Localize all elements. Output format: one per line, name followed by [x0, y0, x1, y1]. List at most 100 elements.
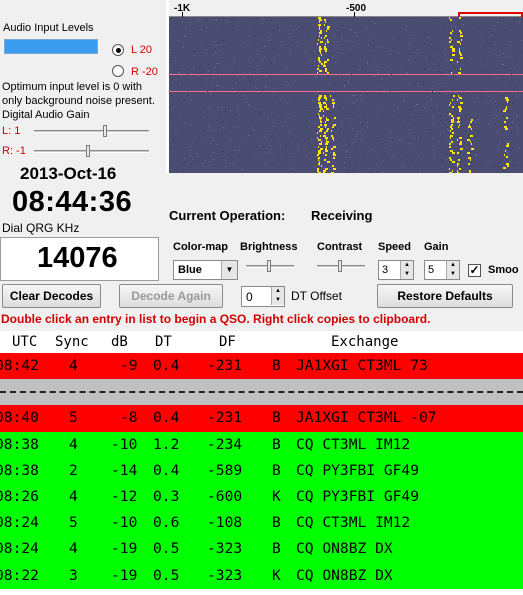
noise-speck: [369, 62, 371, 64]
decode-list[interactable]: UTC Sync dB DT DF Exchange 08:42 4 -9 0.4 -2…: [0, 331, 523, 595]
noise-speck: [197, 160, 199, 162]
spin-arrows-icon[interactable]: ▲ ▼: [446, 261, 459, 279]
column-header-sync: Sync: [55, 334, 89, 350]
signal-trace: [503, 121, 506, 124]
spin-arrows-icon[interactable]: ▲ ▼: [271, 287, 284, 305]
noise-speck: [430, 87, 432, 89]
noise-speck: [422, 80, 424, 82]
noise-speck: [189, 24, 191, 26]
decode-row[interactable]: 08:40 5 -8 0.4 -231 B JA1XGI CT3ML -07: [0, 405, 523, 432]
gain-right-slider-thumb[interactable]: [86, 145, 90, 157]
noise-speck: [407, 65, 409, 67]
noise-speck: [434, 160, 436, 162]
noise-speck: [449, 61, 451, 63]
noise-speck: [444, 48, 446, 50]
noise-speck: [509, 41, 511, 43]
noise-speck: [179, 69, 181, 71]
signal-trace: [506, 116, 509, 119]
noise-speck: [314, 122, 316, 124]
colormap-select[interactable]: Blue ▼: [173, 260, 238, 280]
noise-speck: [226, 144, 228, 146]
speed-spinner[interactable]: 3 ▲ ▼: [378, 260, 414, 280]
noise-speck: [442, 23, 444, 25]
clear-decodes-button[interactable]: Clear Decodes: [2, 284, 101, 308]
signal-trace: [333, 117, 336, 119]
dial-frequency-box[interactable]: 14076: [0, 237, 159, 281]
decode-dt: 1.2: [153, 435, 180, 453]
signal-trace: [459, 101, 463, 104]
right-channel-radio[interactable]: [112, 65, 124, 77]
gain-right-slider-track[interactable]: [34, 150, 149, 153]
noise-speck: [386, 24, 388, 26]
noise-speck: [285, 80, 287, 82]
decode-row[interactable]: 08:24 5 -10 0.6 -108 B CQ CT3ML IM12: [0, 510, 523, 537]
noise-speck: [220, 158, 222, 160]
noise-speck: [341, 62, 342, 64]
decode-utc: 08:38: [0, 435, 39, 453]
noise-speck: [307, 105, 309, 107]
smooth-checkbox[interactable]: ✓: [468, 264, 481, 277]
decode-row[interactable]: 08:38 4 -10 1.2 -234 B CQ CT3ML IM12: [0, 431, 523, 458]
decode-row[interactable]: 08:26 4 -12 0.3 -600 K CQ PY3FBI GF49: [0, 484, 523, 511]
decode-msg: JA1XGI CT3ML -07: [296, 409, 437, 427]
noise-speck: [369, 158, 371, 160]
noise-speck: [265, 75, 267, 77]
noise-speck: [437, 71, 439, 73]
noise-speck: [307, 73, 309, 75]
decode-mode: B: [272, 514, 281, 532]
noise-speck: [268, 117, 270, 119]
noise-speck: [327, 76, 329, 78]
noise-speck: [393, 156, 395, 158]
noise-speck: [205, 159, 207, 161]
noise-speck: [410, 109, 412, 111]
decode-row[interactable]: 08:38 2 -14 0.4 -589 B CQ PY3FBI GF49: [0, 457, 523, 484]
noise-speck: [247, 158, 249, 160]
gain-left-slider-track[interactable]: [34, 130, 149, 133]
restore-defaults-button[interactable]: Restore Defaults: [377, 284, 513, 308]
noise-speck: [520, 19, 522, 21]
waterfall-display[interactable]: [169, 17, 523, 173]
noise-speck: [441, 71, 443, 73]
noise-speck: [177, 40, 179, 42]
noise-speck: [206, 41, 208, 43]
noise-speck: [255, 81, 257, 83]
decode-db: -9: [120, 357, 138, 374]
noise-speck: [488, 141, 490, 143]
decode-msg: CQ CT3ML IM12: [296, 514, 411, 532]
noise-speck: [401, 151, 403, 153]
noise-speck: [421, 83, 423, 85]
noise-speck: [264, 86, 266, 88]
noise-speck: [333, 164, 335, 165]
chevron-down-icon[interactable]: ▼: [221, 261, 237, 279]
signal-trace: [452, 54, 456, 57]
decode-row[interactable]: 08:24 4 -19 0.5 -323 B CQ ON8BZ DX: [0, 536, 523, 563]
decode-again-button[interactable]: Decode Again: [119, 284, 223, 308]
left-channel-radio[interactable]: [112, 44, 124, 56]
noise-speck: [402, 94, 404, 96]
gain-left-slider-thumb[interactable]: [103, 125, 107, 137]
dt-offset-spinner[interactable]: 0 ▲ ▼: [241, 286, 285, 307]
noise-speck: [407, 161, 409, 163]
noise-speck: [231, 151, 233, 153]
noise-speck: [273, 48, 275, 50]
noise-speck: [347, 39, 349, 41]
noise-speck: [344, 51, 346, 53]
spin-arrows-icon[interactable]: ▲ ▼: [400, 261, 413, 279]
signal-trace: [324, 154, 327, 157]
noise-speck: [309, 119, 311, 121]
noise-speck: [321, 59, 323, 61]
noise-speck: [285, 21, 287, 23]
gain-spinner[interactable]: 5 ▲ ▼: [424, 260, 460, 280]
noise-speck: [177, 145, 179, 147]
noise-speck: [337, 128, 339, 130]
noise-speck: [501, 95, 503, 97]
noise-speck: [182, 22, 184, 24]
brightness-slider-thumb[interactable]: [267, 260, 271, 272]
decode-row[interactable]: 08:42 4 -9 0.4 -231 B JA1XGI CT3ML 73: [0, 353, 523, 380]
decode-row[interactable]: 08:22 3 -19 0.5 -323 K CQ ON8BZ DX: [0, 562, 523, 589]
noise-speck: [216, 155, 218, 157]
signal-trace: [470, 128, 472, 130]
contrast-slider-thumb[interactable]: [338, 260, 342, 272]
noise-speck: [280, 116, 282, 118]
noise-speck: [386, 70, 388, 72]
